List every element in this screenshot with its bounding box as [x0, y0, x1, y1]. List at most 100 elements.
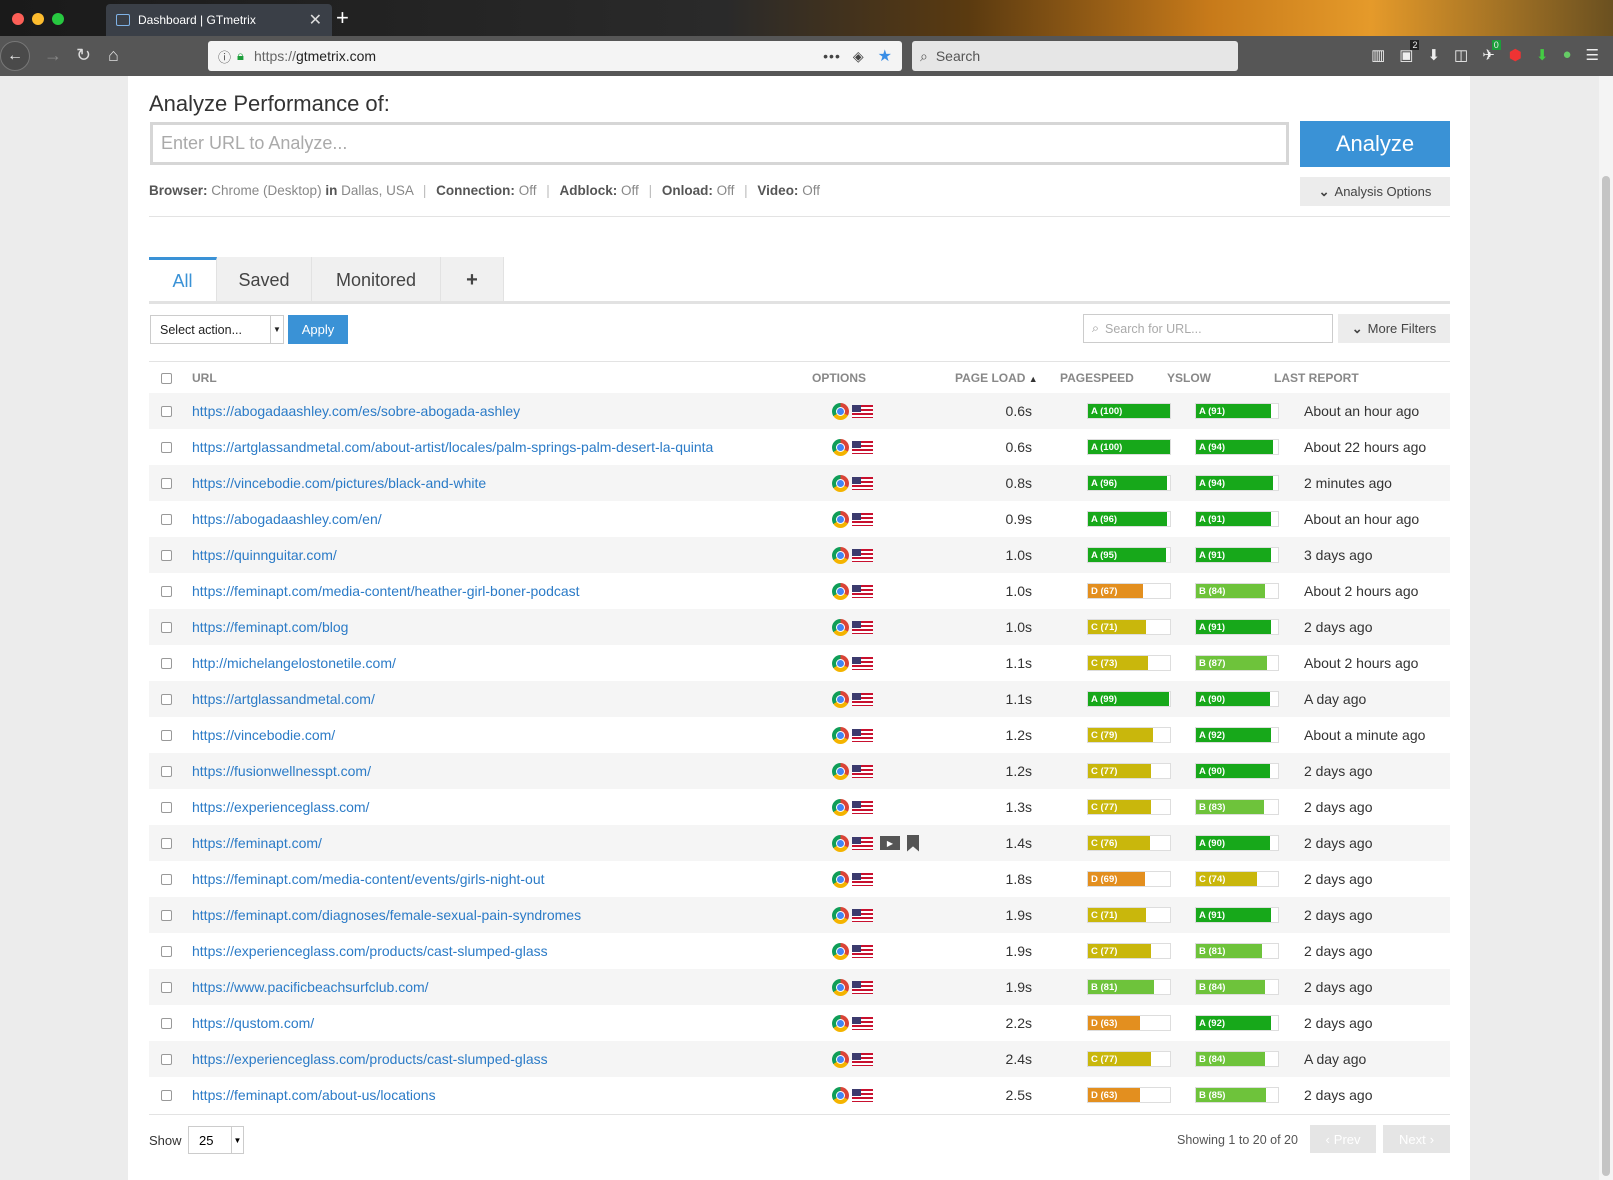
apply-button[interactable]: Apply	[288, 315, 348, 344]
report-url-link[interactable]: https://artglassandmetal.com/	[192, 691, 375, 707]
row-checkbox[interactable]	[161, 477, 172, 489]
shield-icon[interactable]: ⬢	[1509, 46, 1522, 64]
report-url-link[interactable]: https://qustom.com/	[192, 1015, 314, 1031]
report-url-link[interactable]: https://feminapt.com/diagnoses/female-se…	[192, 907, 581, 923]
report-url-link[interactable]: https://abogadaashley.com/es/sobre-aboga…	[192, 403, 520, 419]
report-url-link[interactable]: https://feminapt.com/blog	[192, 619, 348, 635]
info-icon[interactable]: ⓘ	[218, 47, 231, 66]
tab-add[interactable]: +	[441, 257, 504, 303]
bookmark-star-icon[interactable]: ★	[878, 46, 892, 66]
report-url-link[interactable]: https://feminapt.com/media-content/heath…	[192, 583, 580, 599]
report-url-link[interactable]: https://experienceglass.com/products/cas…	[192, 943, 548, 959]
page-scrollbar[interactable]	[1599, 76, 1613, 1180]
yslow-grade: B (84)	[1195, 979, 1279, 995]
row-checkbox[interactable]	[161, 873, 172, 885]
row-checkbox[interactable]	[161, 513, 172, 525]
pagespeed-grade-bar: C (77)	[1088, 764, 1152, 778]
row-checkbox[interactable]	[161, 945, 172, 957]
close-tab-icon[interactable]: ✕	[309, 10, 322, 30]
row-checkbox[interactable]	[161, 729, 172, 741]
row-checkbox[interactable]	[161, 657, 172, 669]
scrollbar-thumb[interactable]	[1602, 176, 1610, 1176]
report-url-link[interactable]: https://quinnguitar.com/	[192, 547, 337, 563]
forward-button[interactable]: →	[44, 45, 62, 66]
row-checkbox[interactable]	[161, 1017, 172, 1029]
video-icon[interactable]: ▶	[880, 836, 900, 850]
page-size-select[interactable]: 25 ▼	[188, 1126, 244, 1154]
row-checkbox[interactable]	[161, 549, 172, 561]
row-checkbox[interactable]	[161, 981, 172, 993]
header-last-report[interactable]: LAST REPORT	[1274, 371, 1359, 385]
header-page-load[interactable]: PAGE LOAD ▲	[955, 371, 1038, 385]
report-url-link[interactable]: https://artglassandmetal.com/about-artis…	[192, 439, 713, 455]
page-actions-icon[interactable]: •••	[823, 48, 841, 64]
address-bar[interactable]: ⓘ 🔒︎ https:// gtmetrix.com ••• ◈ ★	[208, 41, 902, 71]
pocket-icon[interactable]: ◈	[853, 48, 864, 65]
page-load-time: 1.0s	[1005, 547, 1032, 563]
menu-icon[interactable]: ☰	[1586, 46, 1599, 64]
chrome-browser-icon	[832, 978, 849, 996]
pagespeed-grade: A (99)	[1087, 691, 1171, 707]
search-url-input[interactable]: ⌕ Search for URL...	[1083, 314, 1333, 343]
last-report-time: 2 days ago	[1304, 907, 1373, 923]
header-yslow[interactable]: YSLOW	[1167, 371, 1211, 385]
select-action-dropdown[interactable]: Select action... ▼	[150, 315, 284, 344]
report-url-link[interactable]: http://michelangelostonetile.com/	[192, 655, 396, 671]
library-icon[interactable]: ▥	[1371, 46, 1385, 64]
tab-monitored[interactable]: Monitored	[312, 257, 441, 303]
row-checkbox[interactable]	[161, 621, 172, 633]
header-url[interactable]: URL	[192, 371, 217, 385]
bookmark-icon[interactable]	[907, 834, 919, 852]
browser-search-box[interactable]: ⌕ Search	[912, 41, 1238, 71]
home-button[interactable]: ⌂	[108, 45, 119, 66]
extension-icon[interactable]: ▣ 2	[1399, 40, 1420, 64]
report-url-link[interactable]: https://experienceglass.com/products/cas…	[192, 1051, 548, 1067]
browser-toolbar: ← → ↻ ⌂ ⓘ 🔒︎ https:// gtmetrix.com ••• ◈…	[0, 36, 1613, 76]
next-page-button[interactable]: Next ›	[1383, 1125, 1450, 1153]
green-download-icon[interactable]: ⬇	[1536, 46, 1549, 64]
evernote-icon[interactable]: ●	[1562, 46, 1571, 64]
report-url-link[interactable]: https://feminapt.com/about-us/locations	[192, 1087, 436, 1103]
reload-button[interactable]: ↻	[76, 45, 91, 66]
new-tab-button[interactable]: +	[336, 6, 349, 30]
yslow-grade-bar: A (91)	[1196, 404, 1271, 418]
report-url-link[interactable]: https://fusionwellnesspt.com/	[192, 763, 371, 779]
analyze-url-input[interactable]: Enter URL to Analyze...	[150, 122, 1289, 165]
sidebar-icon[interactable]: ◫	[1454, 46, 1468, 64]
header-pagespeed[interactable]: PAGESPEED	[1060, 371, 1134, 385]
more-filters-button[interactable]: ⌄ More Filters	[1338, 314, 1450, 343]
report-url-link[interactable]: https://vincebodie.com/	[192, 727, 335, 743]
select-all-checkbox[interactable]	[161, 373, 172, 384]
row-checkbox[interactable]	[161, 1053, 172, 1065]
maximize-window-button[interactable]	[52, 13, 64, 25]
analyze-button[interactable]: Analyze	[1300, 121, 1450, 167]
row-checkbox[interactable]	[161, 837, 172, 849]
report-url-link[interactable]: https://experienceglass.com/	[192, 799, 369, 815]
minimize-window-button[interactable]	[32, 13, 44, 25]
close-window-button[interactable]	[12, 13, 24, 25]
connection-label: Connection:	[436, 183, 515, 198]
tab-all[interactable]: All	[149, 257, 217, 303]
row-checkbox[interactable]	[161, 693, 172, 705]
row-checkbox[interactable]	[161, 1089, 172, 1101]
row-checkbox[interactable]	[161, 405, 172, 417]
report-url-link[interactable]: https://vincebodie.com/pictures/black-an…	[192, 475, 486, 491]
back-arrow-icon: ←	[7, 47, 23, 64]
sync-icon[interactable]: ✈ 0	[1482, 40, 1501, 64]
row-checkbox[interactable]	[161, 441, 172, 453]
row-checkbox[interactable]	[161, 585, 172, 597]
download-icon[interactable]: ⬇	[1427, 46, 1440, 64]
row-checkbox[interactable]	[161, 765, 172, 777]
report-url-link[interactable]: https://www.pacificbeachsurfclub.com/	[192, 979, 429, 995]
lock-icon[interactable]: 🔒︎	[237, 48, 244, 64]
report-url-link[interactable]: https://feminapt.com/media-content/event…	[192, 871, 545, 887]
prev-page-button[interactable]: ‹ Prev	[1310, 1125, 1376, 1153]
report-url-link[interactable]: https://feminapt.com/	[192, 835, 322, 851]
row-checkbox[interactable]	[161, 801, 172, 813]
row-checkbox[interactable]	[161, 909, 172, 921]
browser-tab[interactable]: Dashboard | GTmetrix ✕	[106, 4, 332, 36]
back-button[interactable]: ←	[0, 41, 30, 71]
report-url-link[interactable]: https://abogadaashley.com/en/	[192, 511, 382, 527]
tab-saved[interactable]: Saved	[217, 257, 312, 303]
analysis-options-button[interactable]: ⌄ Analysis Options	[1300, 177, 1450, 206]
